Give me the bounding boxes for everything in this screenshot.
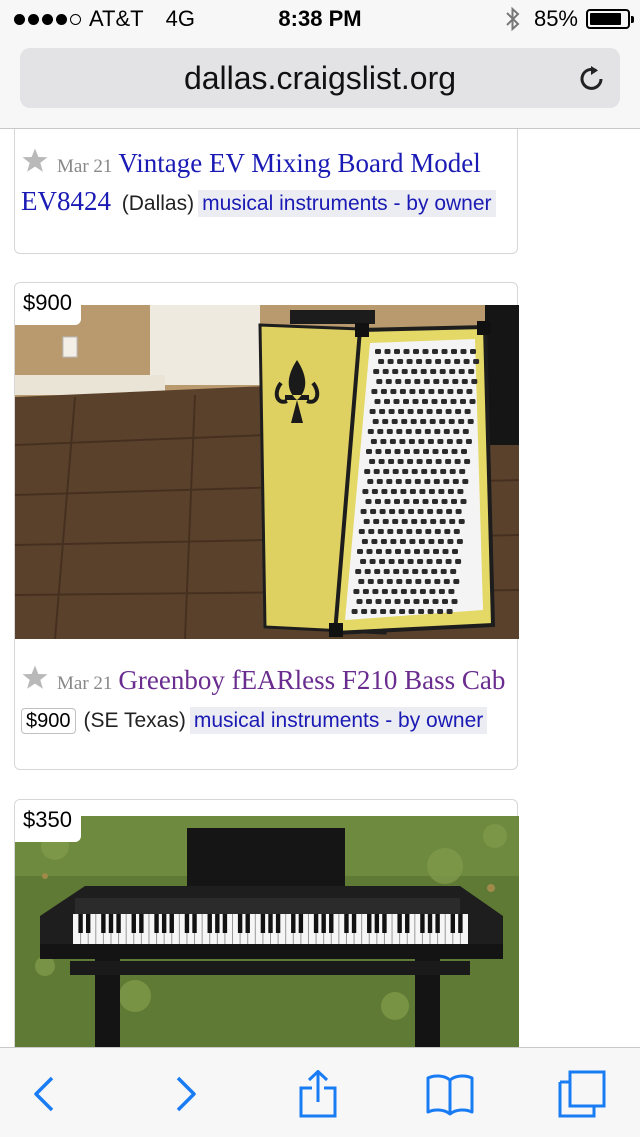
address-field[interactable]: dallas.craigslist.org [20, 48, 620, 108]
page-content[interactable]: Mar 21 Vintage EV Mixing Board Model EV84… [0, 129, 640, 1047]
listing-card[interactable]: Mar 21 Vintage EV Mixing Board Model EV84… [14, 129, 518, 254]
listing-title-link[interactable]: Greenboy fEARless F210 Bass Cab [118, 665, 505, 695]
listing-category-link[interactable]: musical instruments - by owner [189, 707, 488, 734]
url-text[interactable]: dallas.craigslist.org [20, 60, 620, 97]
listing-card[interactable]: $350 [14, 799, 519, 1047]
listing-date: Mar 21 [57, 673, 113, 694]
listing-category-link[interactable]: musical instruments - by owner [198, 190, 496, 217]
browser-toolbar [0, 1047, 640, 1137]
tabs-icon[interactable] [558, 1070, 606, 1118]
address-bar-area: dallas.craigslist.org [0, 40, 640, 129]
listing-photo[interactable] [15, 816, 519, 1047]
battery-fill [590, 13, 621, 25]
listing-card[interactable]: $900 Mar 21 Greenboy fEARless F210 Bass … [14, 282, 519, 770]
status-bar: AT&T 4G 8:38 PM 85% [0, 0, 640, 40]
listing-photo[interactable] [15, 305, 519, 639]
listing-date: Mar 21 [57, 156, 113, 177]
reload-icon[interactable] [576, 62, 608, 94]
share-icon[interactable] [294, 1070, 342, 1118]
price-tag: $900 [15, 283, 81, 325]
chevron-left-icon[interactable] [22, 1070, 70, 1118]
battery-icon [586, 9, 634, 29]
listing-location: (Dallas) [121, 192, 195, 215]
battery-percentage: 85% [533, 6, 578, 31]
star-icon[interactable] [21, 664, 49, 692]
listing-info: Mar 21 Vintage EV Mixing Board Model EV84… [21, 146, 517, 221]
listing-location: (SE Texas) [83, 709, 186, 732]
price-tag: $350 [15, 800, 81, 842]
listing-info: Mar 21 Greenboy fEARless F210 Bass Cab $9… [21, 663, 505, 738]
chevron-right-icon[interactable] [160, 1070, 208, 1118]
bluetooth-icon [506, 6, 520, 32]
star-icon[interactable] [21, 147, 49, 175]
listing-price: $900 [21, 708, 76, 734]
book-icon[interactable] [426, 1070, 474, 1118]
